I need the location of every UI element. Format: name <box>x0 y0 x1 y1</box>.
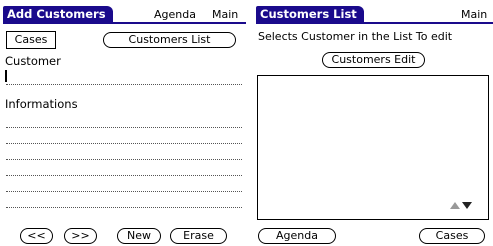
informations-field-line[interactable] <box>6 143 242 144</box>
next-button[interactable]: >> <box>64 228 97 244</box>
form-title: Add Customers <box>3 6 113 23</box>
text-cursor <box>5 70 7 82</box>
previous-button[interactable]: << <box>20 228 53 244</box>
scroll-up-icon[interactable] <box>450 202 460 209</box>
instruction-text: Selects Customer in the List To edit <box>258 30 453 43</box>
menu-agenda[interactable]: Agenda <box>154 6 196 23</box>
informations-field-line[interactable] <box>6 207 242 208</box>
scroll-down-icon[interactable] <box>462 202 472 209</box>
agenda-button[interactable]: Agenda <box>258 228 336 244</box>
add-customers-screen: Add Customers Agenda Main Cases Customer… <box>0 0 246 246</box>
customers-list-screen: Customers List Main Selects Customer in … <box>254 0 493 246</box>
menu-main[interactable]: Main <box>212 6 238 23</box>
new-button[interactable]: New <box>117 228 161 244</box>
customers-edit-button[interactable]: Customers Edit <box>322 52 425 68</box>
title-underline <box>256 22 493 24</box>
form-title: Customers List <box>256 6 364 23</box>
customer-field[interactable] <box>6 84 242 85</box>
cases-button[interactable]: Cases <box>6 31 56 49</box>
informations-field-line[interactable] <box>6 159 242 160</box>
informations-field-line[interactable] <box>6 191 242 192</box>
menu-main[interactable]: Main <box>461 6 487 23</box>
informations-field-line[interactable] <box>6 127 242 128</box>
customers-list-button[interactable]: Customers List <box>103 32 236 48</box>
title-underline <box>3 22 246 24</box>
erase-button[interactable]: Erase <box>170 228 227 244</box>
informations-label: Informations <box>5 97 78 111</box>
customers-list[interactable] <box>257 75 489 220</box>
cases-button[interactable]: Cases <box>419 228 485 244</box>
customer-label: Customer <box>5 54 61 68</box>
informations-field-line[interactable] <box>6 175 242 176</box>
